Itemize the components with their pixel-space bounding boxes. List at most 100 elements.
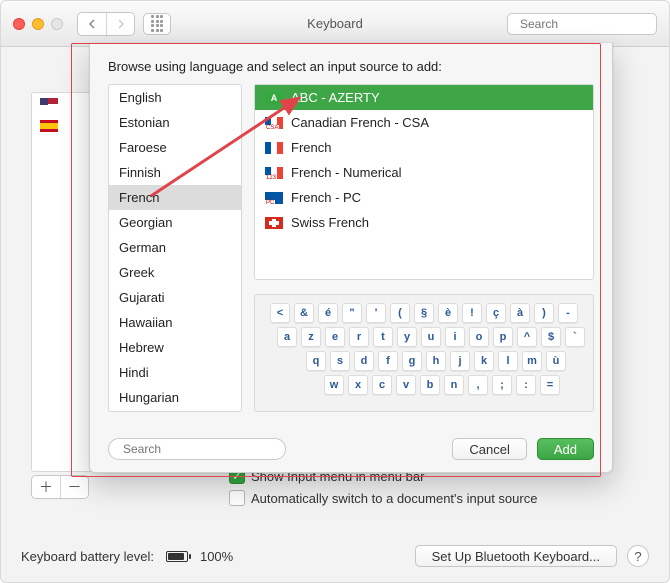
show-all-button[interactable]: [143, 13, 171, 35]
keyboard-key: e: [325, 327, 345, 347]
keyboard-key: l: [498, 351, 518, 371]
cancel-button[interactable]: Cancel: [452, 438, 526, 460]
add-input-source-sheet: Browse using language and select an inpu…: [89, 43, 613, 473]
battery-value: 100%: [200, 549, 233, 564]
sheet-search-input[interactable]: [121, 441, 280, 457]
keyboard-key: ,: [468, 375, 488, 395]
checkbox-label: Automatically switch to a document's inp…: [251, 491, 537, 506]
battery-icon: [166, 551, 188, 562]
keyboard-key: n: [444, 375, 464, 395]
language-item[interactable]: Georgian: [109, 210, 241, 235]
auto-switch-option[interactable]: Automatically switch to a document's inp…: [229, 487, 537, 509]
input-source-label: French: [291, 140, 331, 155]
keyboard-key: ^: [517, 327, 537, 347]
input-source-label: French - PC: [291, 190, 361, 205]
keyboard-key: y: [397, 327, 417, 347]
flag-icon: A: [265, 92, 283, 104]
keyboard-key: r: [349, 327, 369, 347]
keyboard-key: é: [318, 303, 338, 323]
language-item[interactable]: Hungarian: [109, 385, 241, 410]
keyboard-key: `: [565, 327, 585, 347]
keyboard-key: w: [324, 375, 344, 395]
keyboard-key: i: [445, 327, 465, 347]
flag-icon: [265, 142, 283, 154]
keyboard-key: =: [540, 375, 560, 395]
keyboard-key: (: [390, 303, 410, 323]
input-source-label: ABC - AZERTY: [291, 90, 380, 105]
flag-icon: [40, 98, 58, 110]
sheet-search[interactable]: [108, 438, 286, 460]
keyboard-key: è: [438, 303, 458, 323]
keyboard-key: !: [462, 303, 482, 323]
keyboard-key: -: [558, 303, 578, 323]
keyboard-key: x: [348, 375, 368, 395]
input-source-item[interactable]: A ABC - AZERTY: [255, 85, 593, 110]
keyboard-key: ù: [546, 351, 566, 371]
preferences-window: Keyboard ＋ － ✓ Show Input menu in menu b…: [0, 0, 670, 583]
input-source-label: French - Numerical: [291, 165, 402, 180]
keyboard-key: o: [469, 327, 489, 347]
input-source-label: Swiss French: [291, 215, 369, 230]
sheet-header: Browse using language and select an inpu…: [108, 59, 594, 74]
keyboard-key: ç: [486, 303, 506, 323]
language-item[interactable]: German: [109, 235, 241, 260]
keyboard-key: t: [373, 327, 393, 347]
close-window-button[interactable]: [13, 18, 25, 30]
input-source-label: Canadian French - CSA: [291, 115, 429, 130]
nav-back-forward: [77, 12, 135, 36]
keyboard-key: k: [474, 351, 494, 371]
keyboard-key: <: [270, 303, 290, 323]
keyboard-key: $: [541, 327, 561, 347]
input-source-item[interactable]: French: [255, 135, 593, 160]
remove-source-button[interactable]: －: [60, 476, 88, 498]
traffic-lights: [13, 18, 63, 30]
input-source-item[interactable]: CSA Canadian French - CSA: [255, 110, 593, 135]
forward-button[interactable]: [106, 13, 134, 35]
toolbar-search[interactable]: [507, 13, 657, 35]
zoom-window-button[interactable]: [51, 18, 63, 30]
flag-icon: CSA: [265, 117, 283, 129]
keyboard-key: v: [396, 375, 416, 395]
add-source-button[interactable]: ＋: [32, 476, 60, 498]
keyboard-key: à: [510, 303, 530, 323]
toolbar: Keyboard: [1, 1, 669, 47]
keyboard-key: g: [402, 351, 422, 371]
keyboard-key: j: [450, 351, 470, 371]
language-item[interactable]: English: [109, 85, 241, 110]
language-item[interactable]: Faroese: [109, 135, 241, 160]
keyboard-key: ': [366, 303, 386, 323]
language-item[interactable]: Hawaiian: [109, 310, 241, 335]
checkbox-unchecked-icon: [229, 490, 245, 506]
keyboard-key: §: [414, 303, 434, 323]
input-source-item[interactable]: Swiss French: [255, 210, 593, 235]
keyboard-key: q: [306, 351, 326, 371]
add-button[interactable]: Add: [537, 438, 594, 460]
language-item[interactable]: Hebrew: [109, 335, 241, 360]
keyboard-key: m: [522, 351, 542, 371]
language-item[interactable]: Greek: [109, 260, 241, 285]
keyboard-key: u: [421, 327, 441, 347]
battery-label: Keyboard battery level:: [21, 549, 154, 564]
toolbar-search-input[interactable]: [518, 16, 670, 32]
language-list[interactable]: EnglishEstonianFaroeseFinnishFrenchGeorg…: [108, 84, 242, 412]
flag-icon: 123: [265, 167, 283, 179]
keyboard-key: s: [330, 351, 350, 371]
language-item[interactable]: Finnish: [109, 160, 241, 185]
language-item[interactable]: Gujarati: [109, 285, 241, 310]
language-item[interactable]: French: [109, 185, 241, 210]
minimize-window-button[interactable]: [32, 18, 44, 30]
input-source-item[interactable]: 123 French - Numerical: [255, 160, 593, 185]
flag-icon: [265, 192, 283, 204]
keyboard-layout-preview: <&é"'(§è!çà)-azertyuiop^$`qsdfghjklmùwxc…: [254, 294, 594, 412]
setup-bluetooth-button[interactable]: Set Up Bluetooth Keyboard...: [415, 545, 617, 567]
content: ＋ － ✓ Show Input menu in menu bar Automa…: [21, 47, 649, 522]
input-source-item[interactable]: French - PC: [255, 185, 593, 210]
keyboard-key: ;: [492, 375, 512, 395]
bottom-bar: Keyboard battery level: 100% Set Up Blue…: [1, 530, 669, 582]
language-item[interactable]: Estonian: [109, 110, 241, 135]
back-button[interactable]: [78, 13, 106, 35]
language-item[interactable]: Hindi: [109, 360, 241, 385]
help-button[interactable]: ?: [627, 545, 649, 567]
flag-icon: [40, 120, 58, 132]
input-source-options[interactable]: A ABC - AZERTY CSA Canadian French - CSA Fre…: [254, 84, 594, 280]
